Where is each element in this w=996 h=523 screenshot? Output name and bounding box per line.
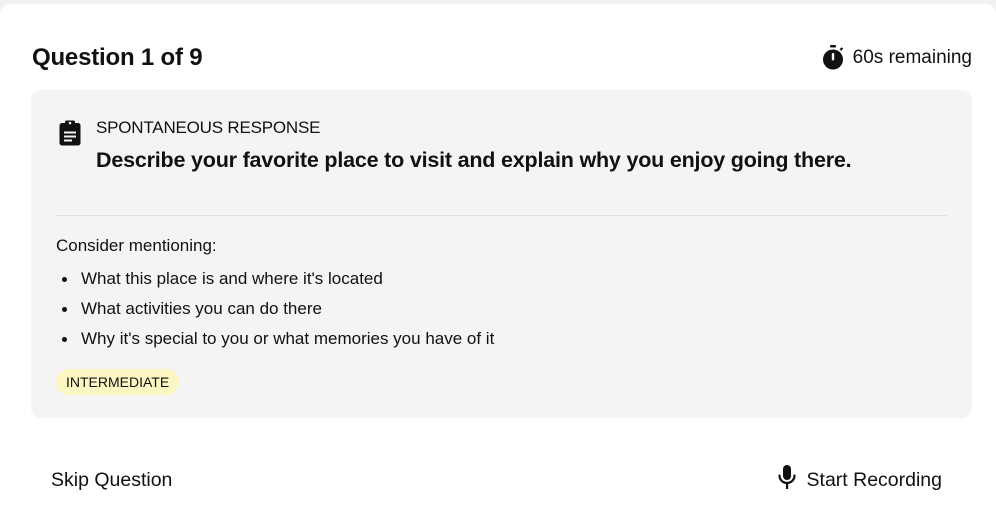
skip-question-label: Skip Question [51,468,173,491]
hint-list: What this place is and where it's locate… [56,268,494,358]
question-counter: Question 1 of 9 [32,44,203,71]
microphone-icon [777,464,797,496]
consider-label: Consider mentioning: [56,236,217,255]
question-footer: Skip Question Start Recording [51,462,942,498]
question-card: Question 1 of 9 60s remaining SPONTANEOU… [0,4,996,523]
hint-item: What activities you can do there [56,298,494,328]
timer: 60s remaining [821,45,972,71]
hint-item: What this place is and where it's locate… [56,268,494,298]
start-recording-label: Start Recording [806,468,942,491]
divider [56,215,947,216]
question-panel: SPONTANEOUS RESPONSE Describe your favor… [31,90,972,418]
stopwatch-icon [821,45,845,71]
question-header: Question 1 of 9 60s remaining [32,38,972,78]
clipboard-icon [58,120,82,151]
level-badge: INTERMEDIATE [56,369,180,395]
skip-question-button[interactable]: Skip Question [51,469,172,492]
hint-item: Why it's special to you or what memories… [56,328,494,358]
question-prompt: Describe your favorite place to visit an… [96,148,852,172]
question-type-label: SPONTANEOUS RESPONSE [96,118,321,137]
start-recording-button[interactable]: Start Recording [777,464,942,496]
timer-text: 60s remaining [852,47,972,68]
